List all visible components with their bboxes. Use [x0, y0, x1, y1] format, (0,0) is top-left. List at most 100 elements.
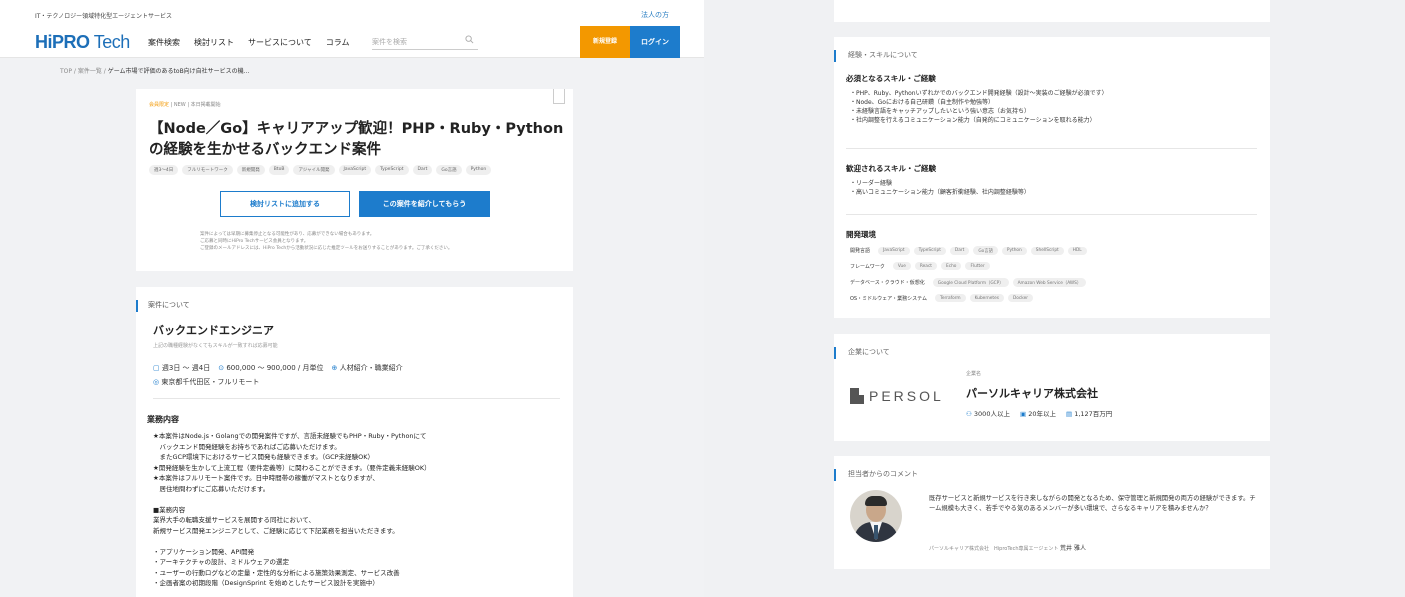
type-text: 人材紹介・職業紹介 [339, 364, 403, 372]
days-meta: ▢ 週3日 〜 週4日 [153, 363, 210, 373]
agent-signature: パーソルキャリア株式会社 HiproTech専属エージェント 荒井 雅人 [929, 543, 1086, 552]
nav-consider-list[interactable]: 検討リスト [194, 37, 234, 48]
breadcrumb-list[interactable]: 案件一覧 [78, 68, 102, 75]
note-line: ご応募と同時にHiPro Techサービス会員となります。 [200, 239, 309, 244]
persol-mark-icon [850, 388, 864, 404]
welcome-heading: 歓迎されるスキル・ご経験 [846, 164, 936, 173]
main-nav: 案件検索 検討リスト サービスについて コラム [148, 37, 350, 48]
env-chip[interactable]: Docker [1007, 294, 1033, 302]
people-icon: ⚇ [966, 410, 972, 418]
env-row-os: OS・ミドルウェア・業務システム Terraform Kubernetes Do… [850, 294, 1033, 302]
globe-icon: ⊕ [331, 364, 338, 372]
pay-meta: ⊙ 600,000 〜 900,000 / 月単位 [218, 363, 323, 373]
search-placeholder: 案件を検索 [372, 38, 407, 46]
tag-chip[interactable]: BtoB [268, 165, 290, 175]
tag-chip[interactable]: Go言語 [436, 165, 462, 175]
company-meta: ⚇ 3000人以上 ▣ 20年以上 ▤ 1,127百万円 [966, 408, 1112, 418]
capital-text: 1,127百万円 [1074, 410, 1113, 418]
required-list: ・PHP、Ruby、Pythonいずれかでのバックエンド開発経験（設計〜実装のご… [850, 90, 1108, 124]
company-name: パーソルキャリア株式会社 [966, 387, 1098, 400]
divider [153, 398, 560, 399]
hipro-tech-logo[interactable]: HiPRO Tech [35, 32, 130, 53]
breadcrumb-top[interactable]: TOP [60, 68, 72, 75]
env-chip[interactable]: React [914, 262, 937, 270]
tag-chip[interactable]: 新規開発 [236, 165, 265, 175]
badge-members-only: 会員限定 [149, 102, 170, 108]
env-chip[interactable]: Terraform [934, 294, 966, 302]
tag-chip[interactable]: JavaScript [338, 165, 372, 175]
env-chip[interactable]: Go言語 [973, 246, 998, 255]
bookmark-icon[interactable] [553, 89, 565, 104]
yen-icon: ⊙ [218, 364, 225, 372]
position-subtext: 上記の職種経験がなくてもスキルが一致すれば応募可能 [153, 343, 278, 349]
tag-chip[interactable]: Dart [412, 165, 433, 175]
breadcrumb: TOP / 案件一覧 / ゲーム市場で評価のあるtoB向け自社サービスの機... [60, 66, 249, 75]
nav-about-service[interactable]: サービスについて [248, 37, 312, 48]
skills-card: 経験・スキルについて 必須となるスキル・ご経験 ・PHP、Ruby、Python… [834, 37, 1270, 318]
env-chip[interactable]: JavaScript [878, 246, 910, 255]
nav-column[interactable]: コラム [326, 37, 350, 48]
persol-logo: PERSOL [850, 388, 944, 404]
request-intro-button[interactable]: この案件を紹介してもらう [359, 191, 490, 217]
position-title: バックエンドエンジニア [153, 324, 274, 337]
tag-chip[interactable]: フルリモートワーク [182, 165, 233, 175]
tag-chip[interactable]: アジャイル開発 [293, 165, 335, 175]
add-to-list-button[interactable]: 検討リストに追加する [220, 191, 350, 217]
employees-text: 3000人以上 [973, 410, 1010, 418]
years-text: 20年以上 [1028, 410, 1056, 418]
env-heading: 開発環境 [846, 230, 876, 239]
location-meta: ◎ 東京都千代田区・フルリモート [153, 377, 259, 387]
persol-logo-text: PERSOL [869, 388, 944, 404]
env-row-cloud: データベース・クラウド・仮想化 Google Cloud Platform（GC… [850, 278, 1087, 287]
location-pin-icon: ◎ [153, 378, 160, 386]
env-chip[interactable]: HDL [1067, 246, 1087, 255]
env-label: 開発言語 [850, 248, 871, 254]
agent-name: 荒井 雅人 [1060, 545, 1086, 552]
calendar-icon: ▣ [1019, 410, 1027, 418]
env-chip[interactable]: Google Cloud Platform（GCP） [932, 278, 1009, 287]
note-line: ご登録のメールアドレスには、HiPro Techから活動状況に応じた推定ツールを… [200, 246, 453, 251]
env-label: OS・ミドルウェア・業務システム [850, 295, 927, 302]
env-chip[interactable]: Flutter [965, 262, 990, 270]
env-chip[interactable]: Amazon Web Service（AWS） [1012, 278, 1087, 287]
env-label: データベース・クラウド・仮想化 [850, 280, 925, 286]
env-chip[interactable]: Echo [941, 262, 962, 270]
tag-chip[interactable]: Python [465, 165, 492, 175]
env-chip[interactable]: Vue [892, 262, 911, 270]
search-icon[interactable] [465, 35, 474, 46]
job-title: 【Node／Go】キャリアアップ歓迎！PHP・Ruby・Pythonの経験を生か… [149, 121, 564, 158]
env-chip[interactable]: Dart [949, 246, 970, 255]
tag-chip[interactable]: TypeScript [375, 165, 409, 175]
env-chip[interactable]: ShellScript [1030, 246, 1064, 255]
tag-chip[interactable]: 週3〜4日 [149, 165, 179, 175]
days-text: 週3日 〜 週4日 [161, 364, 211, 372]
search-input[interactable]: 案件を検索 [372, 34, 478, 50]
corporate-link[interactable]: 法人の方 [641, 10, 669, 20]
signup-button[interactable]: 新規登録 [580, 26, 630, 58]
comment-text: 既存サービスと新規サービスを行き来しながらの開発となるため、保守管理と新規開発の… [929, 495, 1256, 512]
note-line: 案件によっては早期に募集停止となる可能性があり、応募ができない場合もあります。 [200, 232, 375, 237]
env-chip[interactable]: TypeScript [913, 246, 946, 255]
apply-notes: 案件によっては早期に募集停止となる可能性があり、応募ができない場合もあります。 … [200, 231, 452, 252]
right-pane: 経験・スキルについて 必須となるスキル・ご経験 ・PHP、Ruby、Python… [704, 0, 1405, 597]
work-description: ★本案件はNode.js・Golangでの開発案件ですが、言語未経験でもPHP・… [153, 432, 431, 587]
capital-icon: ▤ [1065, 410, 1073, 418]
location-text: 東京都千代田区・フルリモート [161, 378, 260, 386]
login-button[interactable]: ログイン [630, 26, 680, 58]
env-chip[interactable]: Python [1001, 246, 1027, 255]
agent-avatar [850, 490, 902, 542]
env-chip[interactable]: Kubernetes [969, 294, 1004, 302]
env-row-languages: 開発言語 JavaScript TypeScript Dart Go言語 Pyt… [850, 246, 1087, 255]
job-header-card: 会員限定 | NEW | 本日掲載開始 【Node／Go】キャリアアップ歓迎！P… [136, 89, 573, 271]
section-heading: 経験・スキルについて [834, 50, 918, 62]
section-heading: 企業について [834, 347, 890, 359]
nav-job-search[interactable]: 案件検索 [148, 37, 180, 48]
left-pane: IT・テクノロジー領域特化型エージェントサービス 法人の方 HiPRO Tech… [0, 0, 704, 597]
job-tags: 週3〜4日 フルリモートワーク 新規開発 BtoB アジャイル開発 JavaSc… [149, 165, 492, 175]
welcome-list: ・リーダー経験 ・高いコミュニケーション能力（顧客折衝経験、社内調整経験等） [850, 180, 1030, 196]
calendar-icon: ▢ [153, 364, 160, 372]
navbar: HiPRO Tech 案件検索 検討リスト サービスについて コラム 案件を検索… [0, 26, 704, 58]
badge-new: | NEW | 本日掲載開始 [170, 102, 221, 108]
tagline: IT・テクノロジー領域特化型エージェントサービス [35, 13, 172, 20]
company-label: 企業名 [966, 371, 982, 377]
